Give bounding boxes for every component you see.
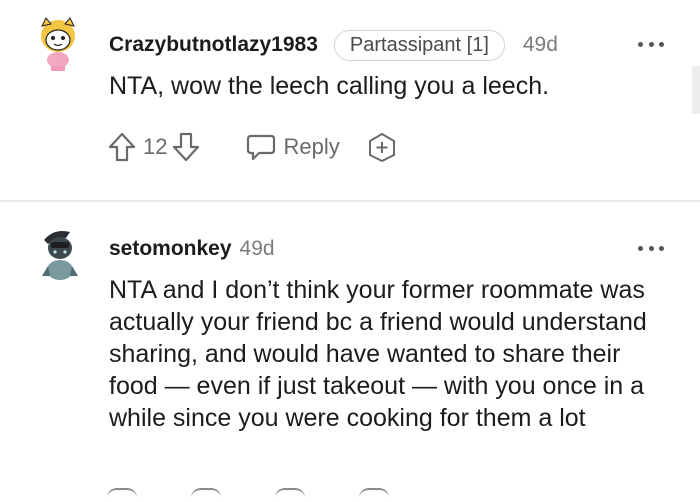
comment-age: 49d	[239, 237, 275, 260]
upvote-icon[interactable]	[107, 131, 137, 163]
award-icon[interactable]	[366, 131, 398, 163]
comment-actions	[107, 488, 389, 500]
comment-body: NTA and I don’t think your former roomma…	[109, 276, 647, 432]
upvote-icon[interactable]	[107, 488, 137, 502]
reply-button[interactable]: Reply	[245, 132, 340, 162]
comment-age: 49d	[522, 33, 558, 56]
user-flair: Partassipant [1]	[333, 29, 505, 61]
downvote-icon[interactable]	[171, 131, 201, 163]
comment-actions: 12 Reply	[107, 130, 398, 164]
reply-icon	[247, 134, 276, 161]
avatar[interactable]	[36, 226, 80, 280]
comment: Crazybutnotlazy1983 Partassipant [1] 49d…	[0, 0, 700, 200]
comment-body: NTA, wow the leech calling you a leech.	[109, 72, 550, 100]
comment-meta: Crazybutnotlazy1983 Partassipant [1] 49d	[109, 28, 558, 62]
more-options-icon[interactable]	[638, 244, 664, 252]
more-options-icon[interactable]	[638, 40, 664, 48]
vote-score: 12	[143, 134, 168, 159]
downvote-icon[interactable]	[191, 488, 221, 502]
username[interactable]: Crazybutnotlazy1983	[109, 33, 318, 57]
award-icon[interactable]	[359, 488, 389, 502]
avatar[interactable]	[36, 16, 80, 71]
comment-meta: setomonkey 49d	[109, 232, 275, 266]
reply-label: Reply	[283, 134, 340, 159]
username[interactable]: setomonkey	[109, 237, 232, 261]
reply-icon[interactable]	[275, 488, 305, 502]
